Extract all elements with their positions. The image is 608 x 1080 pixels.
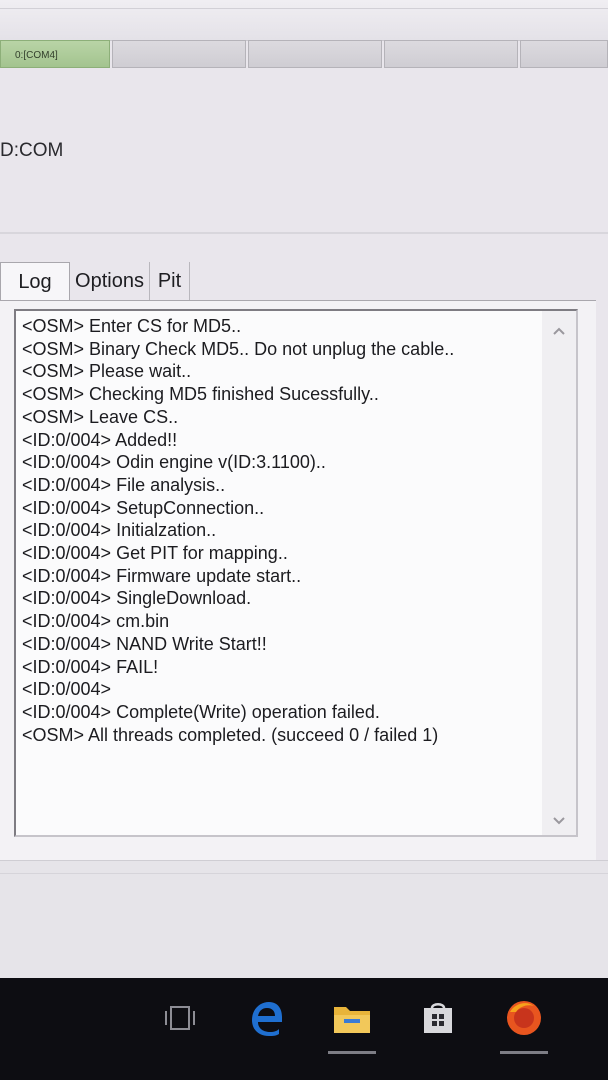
log-line: <ID:0/004> Added!!: [22, 429, 178, 450]
log-line: <ID:0/004> SingleDownload.: [22, 588, 252, 609]
log-scrollbar[interactable]: [542, 311, 576, 835]
id-com-slot-1[interactable]: [112, 40, 246, 68]
id-com-label: D:COM: [0, 140, 64, 161]
log-line: <OSM> Binary Check MD5.. Do not unplug t…: [22, 338, 455, 359]
log-line: <ID:0/004> Firmware update start..: [22, 565, 302, 586]
id-com-slot-2[interactable]: [248, 40, 382, 68]
chevron-up-icon[interactable]: [551, 323, 567, 339]
lower-window-area: [0, 860, 608, 979]
log-textbox[interactable]: <OSM> Enter CS for MD5.. <OSM> Binary Che…: [14, 309, 578, 837]
log-line: <ID:0/004> cm.bin: [22, 611, 170, 632]
tab-log[interactable]: Log: [0, 262, 70, 302]
log-line: <OSM> Checking MD5 finished Sucessfully.…: [22, 384, 379, 405]
log-line: <ID:0/004> Odin engine v(ID:3.1100)..: [22, 452, 326, 473]
task-view-icon[interactable]: [154, 992, 206, 1044]
id-com-slot-3[interactable]: [384, 40, 518, 68]
chevron-down-icon[interactable]: [551, 813, 567, 829]
firefox-icon[interactable]: [498, 992, 550, 1054]
tab-pit[interactable]: Pit: [150, 262, 190, 300]
taskbar: [0, 978, 608, 1080]
store-icon[interactable]: [412, 992, 464, 1044]
log-line: <OSM> Please wait..: [22, 361, 192, 382]
top-divider: [0, 8, 608, 9]
edge-icon[interactable]: [240, 992, 292, 1044]
log-lines: <OSM> Enter CS for MD5.. <OSM> Binary Che…: [22, 315, 542, 746]
file-explorer-icon[interactable]: [326, 992, 378, 1054]
log-line: <OSM> Enter CS for MD5..: [22, 316, 242, 336]
id-com-slot-4[interactable]: [520, 40, 608, 68]
id-com-slot-0[interactable]: 0:[COM4]: [0, 40, 110, 68]
log-line: <ID:0/004> NAND Write Start!!: [22, 633, 267, 654]
window-top-strip: [0, 0, 608, 41]
log-line: <OSM> All threads completed. (succeed 0 …: [22, 724, 439, 745]
log-line: <ID:0/004> Get PIT for mapping..: [22, 543, 288, 564]
log-line: <ID:0/004> Complete(Write) operation fai…: [22, 701, 380, 722]
tab-options[interactable]: Options: [70, 262, 150, 300]
id-com-slot-0-label: 0:[COM4]: [15, 50, 58, 61]
log-line: <ID:0/004>: [22, 679, 112, 700]
lower-divider: [0, 873, 608, 874]
section-divider: [0, 232, 608, 234]
log-line: <ID:0/004> File analysis..: [22, 474, 226, 495]
log-line: <ID:0/004> FAIL!: [22, 656, 159, 677]
log-panel: <OSM> Enter CS for MD5.. <OSM> Binary Che…: [0, 300, 596, 861]
log-line: <OSM> Leave CS..: [22, 406, 179, 427]
id-com-row: 0:[COM4]: [0, 40, 608, 70]
log-line: <ID:0/004> Initialzation..: [22, 520, 217, 541]
log-line: <ID:0/004> SetupConnection..: [22, 497, 265, 518]
